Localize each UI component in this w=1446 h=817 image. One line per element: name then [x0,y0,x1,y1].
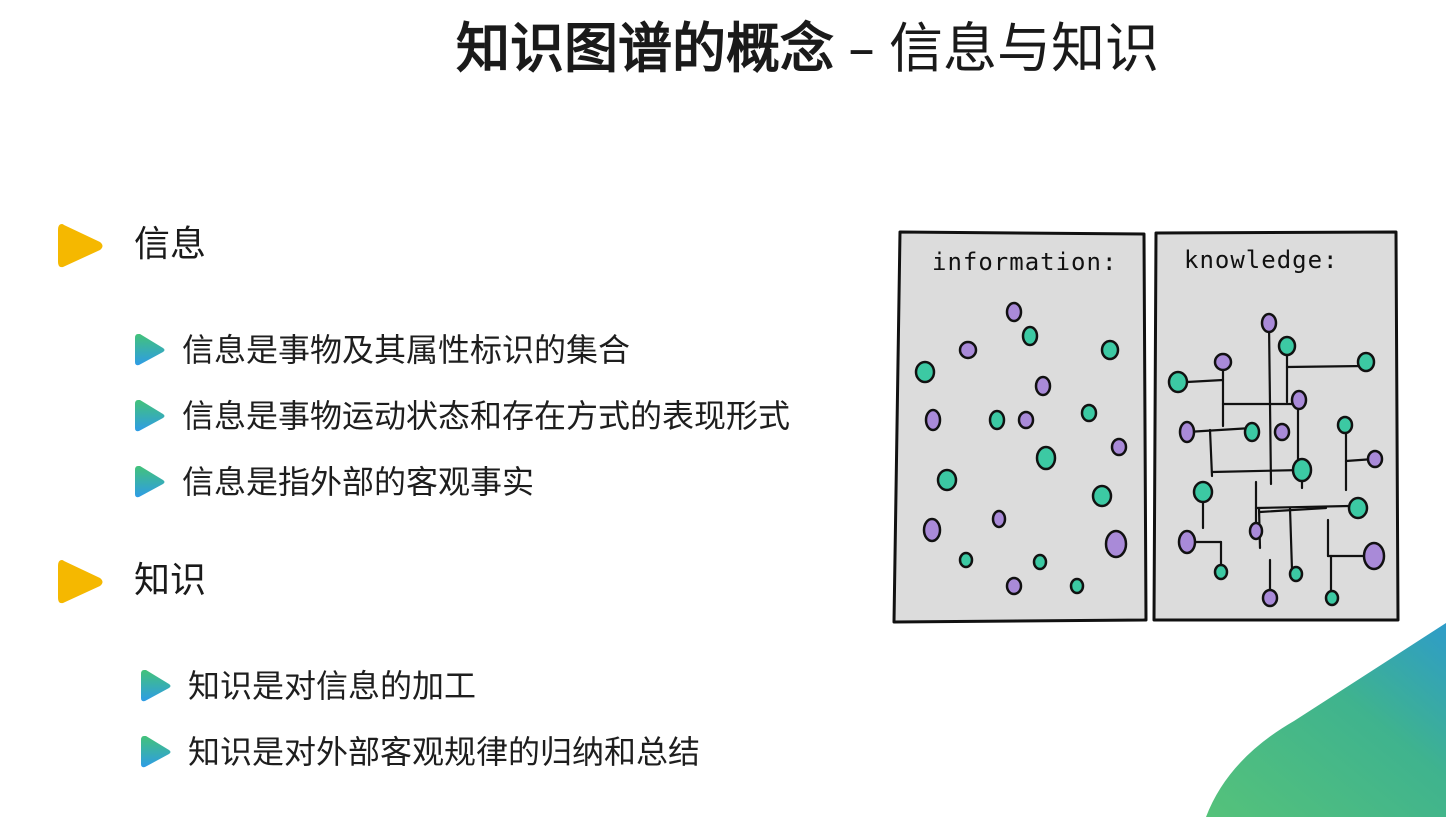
triangle-bullet-icon [135,334,165,366]
bullet-item: 信息是指外部的客观事实 [134,462,534,502]
play-marker-icon [58,224,103,268]
title-dash: – [848,17,875,80]
bullet-item: 知识是对信息的加工 [140,666,476,706]
bullet-text: 知识是对外部客观规律的归纳和总结 [188,733,701,771]
knowledge-label: knowledge: [1184,246,1339,274]
title-main: 知识图谱的概念 [456,17,834,80]
bullet-text: 信息是事物及其属性标识的集合 [182,331,631,369]
triangle-bullet-icon [135,400,165,432]
bullet-item: 信息是事物运动状态和存在方式的表现形式 [134,396,790,436]
bullet-item: 信息是事物及其属性标识的集合 [134,330,630,370]
play-marker-icon [58,560,103,604]
information-label: information: [932,248,1117,276]
triangle-bullet-icon [141,736,171,768]
bullet-text: 知识是对信息的加工 [188,667,477,705]
section-heading: 知识 [134,560,207,601]
triangle-bullet-icon [135,466,165,498]
section-heading: 信息 [134,224,207,265]
corner-decoration [1206,623,1446,817]
bullet-text: 信息是事物运动状态和存在方式的表现形式 [182,397,791,435]
information-knowledge-illustration: information: knowledge: [892,230,1400,624]
title-subtitle: 信息与知识 [889,17,1159,80]
bullet-text: 信息是指外部的客观事实 [182,463,535,501]
triangle-bullet-icon [141,670,171,702]
bullet-item: 知识是对外部客观规律的归纳和总结 [140,732,700,772]
slide-title: 知识图谱的概念 – 信息与知识 [456,14,1159,84]
logo-fragment [0,0,160,8]
